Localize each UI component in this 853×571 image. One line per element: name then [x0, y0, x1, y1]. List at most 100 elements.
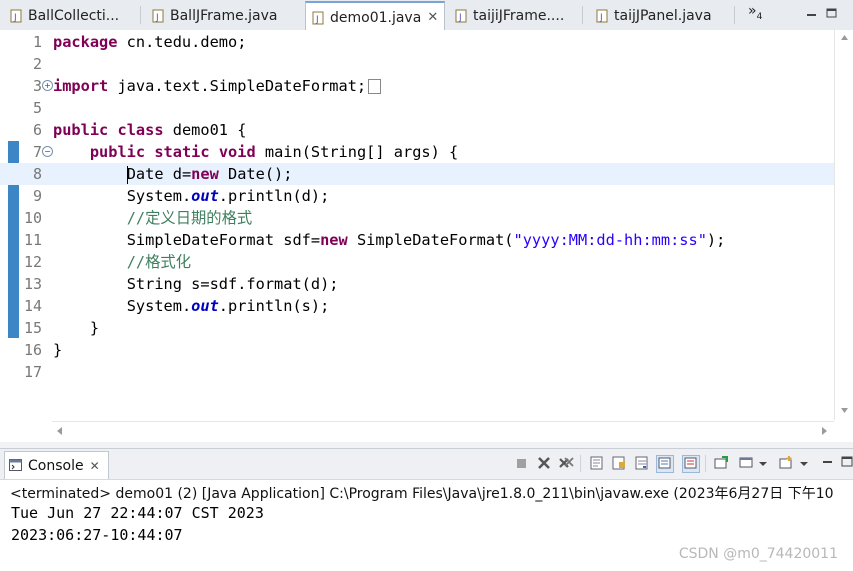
tab-label: demo01.java	[330, 9, 422, 26]
closing-brace: }	[89, 319, 100, 337]
code-text: );	[706, 231, 726, 249]
console-output-line[interactable]: 2023:06:27-10:44:07	[11, 526, 183, 544]
console-output-line[interactable]: Tue Jun 27 22:44:07 CST 2023	[11, 504, 264, 522]
keyword: void	[218, 143, 256, 161]
horizontal-scrollbar[interactable]	[52, 421, 834, 441]
console-tab-label: Console	[28, 457, 84, 474]
line-number: 14	[23, 297, 42, 315]
tab-taijijframe[interactable]: J taijiJFrame....	[455, 2, 564, 29]
code-line: 9 System.out.println(d);	[0, 185, 834, 207]
code-line: 11 SimpleDateFormat sdf=new SimpleDateFo…	[0, 229, 834, 251]
folded-imports-marker[interactable]	[368, 79, 382, 94]
code-line: 15 }	[0, 317, 834, 339]
minimize-button[interactable]	[820, 455, 836, 471]
code-text: System.	[126, 187, 192, 205]
method-signature: main(String[] args) {	[255, 143, 459, 161]
java-file-icon: J	[455, 9, 468, 23]
tab-ballcollection[interactable]: J BallCollecti...	[10, 2, 119, 29]
comment: //定义日期的格式	[126, 209, 253, 227]
keyword: new	[320, 231, 348, 249]
line-number: 8	[32, 165, 42, 183]
line-number: 13	[23, 275, 42, 293]
static-field: out	[191, 297, 219, 315]
java-file-icon: J	[596, 9, 609, 23]
chevron-down-icon[interactable]	[799, 455, 809, 471]
minimize-button[interactable]	[806, 5, 818, 17]
fold-expand-icon[interactable]: +	[42, 80, 53, 91]
line-number: 10	[23, 209, 42, 227]
open-console-icon[interactable]	[778, 455, 794, 471]
line-number: 5	[32, 99, 42, 117]
code-line: 2	[0, 53, 834, 75]
overflow-count: 4	[756, 11, 763, 22]
editor-tab-bar: J BallCollecti... J BallJFrame.java J de…	[0, 0, 853, 32]
code-line: 14 System.out.println(s);	[0, 295, 834, 317]
tab-label: BallCollecti...	[28, 7, 120, 24]
overflow-icon: »	[748, 3, 757, 19]
keyword: static	[154, 143, 210, 161]
current-code-line: 8 Date d=new Date();	[0, 163, 834, 185]
display-selected-console-icon[interactable]	[738, 455, 754, 471]
keyword: package	[53, 33, 118, 51]
tab-overflow-button[interactable]: »4	[748, 3, 762, 22]
java-file-icon: J	[312, 11, 325, 25]
tab-demo01[interactable]: J demo01.java ✕	[305, 1, 446, 32]
code-text: Date d=	[126, 165, 192, 183]
code-text: String s=sdf.format(d);	[126, 275, 339, 293]
code-text: .println(d);	[218, 187, 330, 205]
line-number: 7	[32, 143, 42, 161]
console-view: Console ✕ <terminated> demo01 (2) [Java …	[0, 448, 853, 571]
code-line: 5	[0, 97, 834, 119]
svg-text:J: J	[315, 15, 319, 25]
chevron-down-icon[interactable]	[758, 455, 768, 471]
closing-brace: }	[53, 341, 63, 359]
tab-taijjpanel[interactable]: J taijJPanel.java	[596, 2, 712, 29]
show-on-output-icon[interactable]	[656, 455, 674, 473]
pin-console-icon[interactable]	[713, 455, 729, 471]
code-line: 10 //定义日期的格式	[0, 207, 834, 229]
code-text: SimpleDateFormat sdf=	[126, 231, 321, 249]
maximize-button[interactable]	[826, 5, 838, 18]
tab-console[interactable]: Console ✕	[4, 451, 109, 479]
line-number: 1	[32, 33, 42, 51]
watermark: CSDN @m0_74420011	[678, 546, 838, 562]
code-line: 13 String s=sdf.format(d);	[0, 273, 834, 295]
line-number: 3	[32, 77, 42, 95]
remove-launch-icon[interactable]	[536, 455, 552, 471]
line-number: 17	[23, 363, 42, 381]
line-number: 16	[23, 341, 42, 359]
tab-label: taijiJFrame....	[473, 7, 565, 24]
fold-collapse-icon[interactable]: −	[42, 146, 53, 157]
remove-all-terminated-icon[interactable]	[558, 455, 574, 471]
line-number: 12	[23, 253, 42, 271]
terminate-icon[interactable]	[513, 455, 529, 471]
close-icon[interactable]: ✕	[90, 459, 100, 473]
tab-divider	[140, 6, 141, 24]
keyword: public	[89, 143, 146, 161]
keyword: new	[191, 165, 219, 183]
code-editor[interactable]: 1 package cn.tedu.demo; 2 3 + import jav…	[0, 30, 853, 442]
tab-balljframe[interactable]: J BallJFrame.java	[152, 2, 278, 29]
line-number: 9	[32, 187, 42, 205]
scroll-lock-icon[interactable]	[611, 455, 627, 471]
code-text: Date();	[218, 165, 293, 183]
code-line: 1 package cn.tedu.demo;	[0, 31, 834, 53]
tab-divider	[582, 6, 583, 24]
word-wrap-icon[interactable]	[634, 455, 650, 471]
tab-label: taijJPanel.java	[614, 7, 712, 24]
vertical-scrollbar[interactable]	[834, 30, 853, 420]
maximize-button[interactable]	[840, 455, 853, 471]
console-icon	[9, 459, 23, 472]
code-text: System.	[126, 297, 192, 315]
clear-console-icon[interactable]	[589, 455, 605, 471]
tab-divider	[734, 6, 735, 24]
close-icon[interactable]: ✕	[427, 10, 438, 25]
console-status-line: <terminated> demo01 (2) [Java Applicatio…	[10, 486, 834, 502]
import-statement: java.text.SimpleDateFormat;	[108, 77, 367, 95]
console-tab-bar: Console ✕	[0, 449, 853, 480]
show-on-error-icon[interactable]	[682, 455, 700, 473]
code-text: SimpleDateFormat(	[347, 231, 514, 249]
static-field: out	[191, 187, 219, 205]
java-file-icon: J	[152, 9, 165, 23]
svg-text:J: J	[458, 13, 462, 23]
